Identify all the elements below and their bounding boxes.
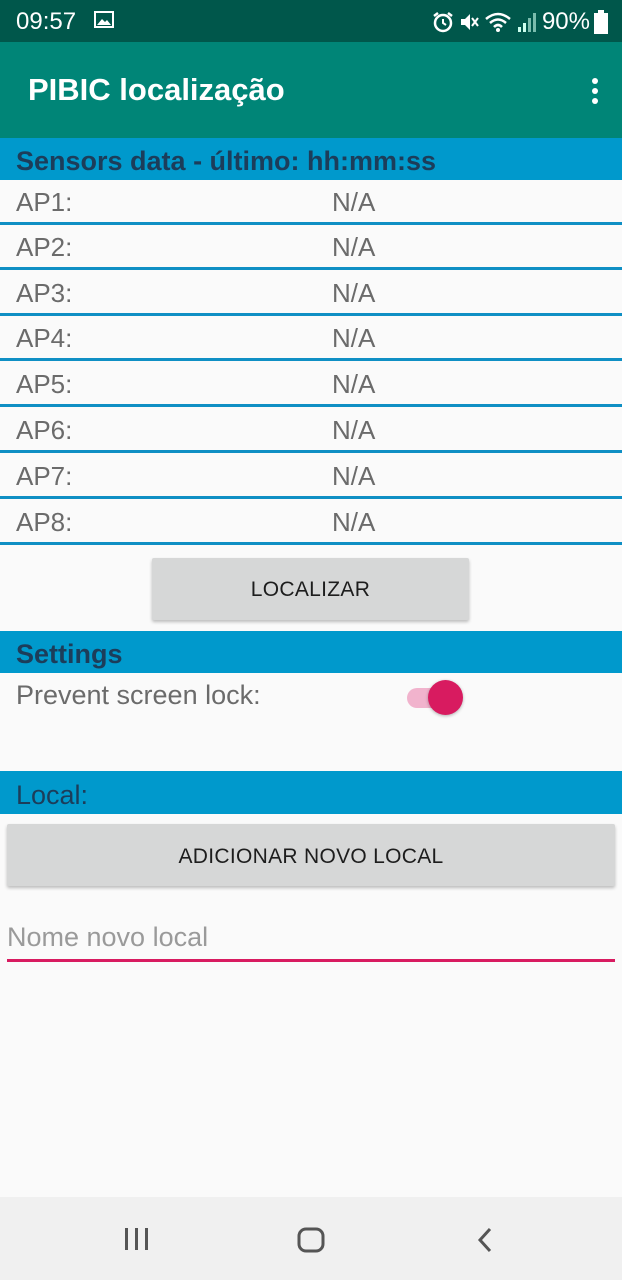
settings-header: Settings: [0, 631, 622, 673]
app-bar: PIBIC localização: [0, 42, 622, 138]
ap-label: AP7:: [16, 461, 73, 491]
ap-value: N/A: [332, 507, 376, 537]
nav-bar: [0, 1197, 622, 1280]
ap-row: AP5: N/A: [0, 364, 622, 407]
ap-row: AP2: N/A: [0, 227, 622, 270]
ap-row: AP1: N/A: [0, 182, 622, 225]
status-bar: 09:57 90%: [0, 0, 622, 42]
ap-row: AP3: N/A: [0, 273, 622, 316]
more-vert-icon[interactable]: [590, 78, 600, 108]
signal-icon: [517, 13, 536, 32]
status-time: 09:57: [16, 8, 77, 35]
ap-value: N/A: [332, 415, 376, 445]
new-local-input[interactable]: Nome novo local: [7, 918, 615, 962]
recent-apps-icon[interactable]: [123, 1228, 151, 1250]
prevent-lock-label: Prevent screen lock:: [16, 680, 261, 710]
add-local-button[interactable]: ADICIONAR NOVO LOCAL: [7, 824, 615, 886]
ap-row: AP7: N/A: [0, 456, 622, 499]
ap-label: AP2:: [16, 232, 73, 262]
battery-icon: [594, 10, 608, 34]
ap-label: AP5:: [16, 369, 73, 399]
home-icon[interactable]: [297, 1227, 325, 1253]
mute-icon: [460, 14, 479, 30]
toggle-thumb[interactable]: [428, 680, 463, 715]
settings-header-label: Settings: [16, 639, 123, 669]
ap-label: AP8:: [16, 507, 73, 537]
local-header: Local:: [0, 771, 622, 814]
battery-percent: 90%: [541, 8, 590, 35]
ap-value: N/A: [332, 323, 376, 353]
image-icon: [94, 11, 114, 28]
ap-label: AP1:: [16, 187, 73, 217]
ap-label: AP4:: [16, 323, 73, 353]
ap-value: N/A: [332, 369, 376, 399]
ap-value: N/A: [332, 278, 376, 308]
local-header-label: Local:: [16, 780, 89, 810]
ap-value: N/A: [332, 187, 376, 217]
sensors-header: Sensors data - último: hh:mm:ss: [0, 138, 622, 180]
ap-row: AP6: N/A: [0, 410, 622, 453]
back-icon[interactable]: [475, 1226, 495, 1254]
ap-label: AP6:: [16, 415, 73, 445]
ap-row: AP4: N/A: [0, 318, 622, 361]
ap-label: AP3:: [16, 278, 73, 308]
ap-value: N/A: [332, 232, 376, 262]
app-title: PIBIC localização: [28, 72, 285, 107]
alarm-icon: [433, 12, 453, 33]
ap-value: N/A: [332, 461, 376, 491]
sensors-header-label: Sensors data - último: hh:mm:ss: [16, 146, 437, 176]
wifi-icon: [485, 12, 511, 32]
ap-row: AP8: N/A: [0, 502, 622, 545]
localize-button[interactable]: LOCALIZAR: [152, 558, 469, 620]
